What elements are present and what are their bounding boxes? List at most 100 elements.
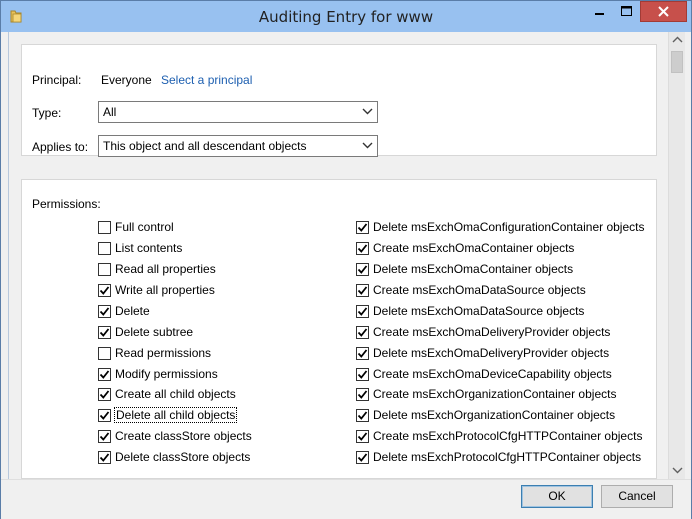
checkbox-box[interactable] xyxy=(356,283,369,297)
checkbox-box[interactable] xyxy=(356,387,369,401)
checkbox-box[interactable] xyxy=(98,429,111,443)
permission-label: Create classStore objects xyxy=(115,429,252,443)
checkbox-box[interactable] xyxy=(356,304,369,318)
permission-checkbox[interactable]: Delete msExchOmaContainer objects xyxy=(356,261,573,277)
permission-checkbox[interactable]: List contents xyxy=(98,240,182,256)
checkbox-box[interactable] xyxy=(98,304,111,318)
permission-checkbox[interactable]: Create all child objects xyxy=(98,386,236,402)
permission-checkbox[interactable]: Create msExchOmaDeliveryProvider objects xyxy=(356,324,610,340)
checkmark-icon xyxy=(357,222,368,232)
checkbox-box[interactable] xyxy=(356,450,369,464)
permission-checkbox[interactable]: Modify permissions xyxy=(98,366,218,382)
maximize-button[interactable] xyxy=(613,1,640,22)
checkmark-icon xyxy=(99,452,110,462)
permission-label: Delete msExchOrganizationContainer objec… xyxy=(373,408,616,422)
checkmark-icon xyxy=(357,431,368,441)
checkbox-box[interactable] xyxy=(98,241,111,255)
checkbox-box[interactable] xyxy=(98,325,111,339)
permission-label: Create all child objects xyxy=(115,387,236,401)
checkbox-box[interactable] xyxy=(356,241,369,255)
checkbox-box[interactable] xyxy=(98,283,111,297)
checkbox-box[interactable] xyxy=(356,429,369,443)
checkbox-box[interactable] xyxy=(98,262,111,276)
title-bar[interactable]: Auditing Entry for www xyxy=(1,1,691,32)
permission-label: Delete all child objects xyxy=(113,407,238,423)
permissions-label: Permissions: xyxy=(32,197,101,211)
checkmark-icon xyxy=(357,264,368,274)
permission-label: Create msExchOmaDeviceCapability objects xyxy=(373,367,612,381)
checkbox-box[interactable] xyxy=(98,346,111,360)
checkmark-icon xyxy=(357,285,368,295)
checkmark-icon xyxy=(357,452,368,462)
cancel-button[interactable]: Cancel xyxy=(601,485,673,508)
checkbox-box[interactable] xyxy=(356,346,369,360)
checkmark-icon xyxy=(99,410,110,420)
principal-label: Principal: xyxy=(32,73,82,87)
chevron-down-icon xyxy=(362,106,373,117)
close-button[interactable] xyxy=(640,1,687,22)
permissions-group: Permissions: Full control List contents … xyxy=(21,179,657,479)
checkmark-icon xyxy=(357,369,368,379)
permission-checkbox[interactable]: Create msExchOmaContainer objects xyxy=(356,240,574,256)
checkbox-box[interactable] xyxy=(356,367,369,381)
principal-value: Everyone xyxy=(101,73,152,87)
minimize-icon xyxy=(595,13,604,15)
checkbox-box[interactable] xyxy=(356,408,369,422)
checkbox-box[interactable] xyxy=(356,262,369,276)
checkmark-icon xyxy=(357,327,368,337)
checkbox-box[interactable] xyxy=(356,325,369,339)
permission-checkbox[interactable]: Delete all child objects xyxy=(98,407,238,423)
permission-checkbox[interactable]: Create msExchOrganizationContainer objec… xyxy=(356,386,616,402)
applies-to-select[interactable]: This object and all descendant objects xyxy=(98,135,378,157)
checkbox-box[interactable] xyxy=(98,408,111,422)
scroll-thumb[interactable] xyxy=(671,51,683,73)
permission-label: List contents xyxy=(115,241,183,255)
principal-group: Principal: Everyone Select a principal T… xyxy=(21,44,657,157)
permission-checkbox[interactable]: Full control xyxy=(98,219,174,235)
type-select-value: All xyxy=(103,105,117,119)
chevron-down-icon xyxy=(672,467,683,474)
close-icon xyxy=(658,6,669,17)
permission-checkbox[interactable]: Write all properties xyxy=(98,282,215,298)
type-label: Type: xyxy=(32,106,62,120)
checkbox-box[interactable] xyxy=(98,450,111,464)
auditing-entry-window: Auditing Entry for www Principal: Everyo… xyxy=(0,0,692,519)
select-principal-link[interactable]: Select a principal xyxy=(161,73,252,87)
permission-checkbox[interactable]: Create msExchOmaDataSource objects xyxy=(356,282,586,298)
permission-label: Delete subtree xyxy=(115,325,194,339)
permission-checkbox[interactable]: Delete msExchProtocolCfgHTTPContainer ob… xyxy=(356,449,641,465)
applies-to-select-value: This object and all descendant objects xyxy=(103,139,307,153)
chevron-down-icon xyxy=(362,140,373,151)
permission-label: Modify permissions xyxy=(115,367,218,381)
checkmark-icon xyxy=(99,327,110,337)
dialog-footer: OK Cancel xyxy=(1,479,691,519)
checkbox-box[interactable] xyxy=(98,387,111,401)
permission-checkbox[interactable]: Read all properties xyxy=(98,261,216,277)
checkbox-box[interactable] xyxy=(98,220,111,234)
minimize-button[interactable] xyxy=(586,1,613,22)
applies-to-label: Applies to: xyxy=(32,140,89,154)
checkmark-icon xyxy=(357,389,368,399)
permission-checkbox[interactable]: Create msExchProtocolCfgHTTPContainer ob… xyxy=(356,428,642,444)
ok-button[interactable]: OK xyxy=(521,485,593,508)
permission-checkbox[interactable]: Delete xyxy=(98,303,150,319)
checkbox-box[interactable] xyxy=(356,220,369,234)
dialog-content: Principal: Everyone Select a principal T… xyxy=(8,32,684,479)
scroll-up-button[interactable] xyxy=(669,32,686,49)
permission-checkbox[interactable]: Delete msExchOrganizationContainer objec… xyxy=(356,407,615,423)
permission-checkbox[interactable]: Delete msExchOmaConfigurationContainer o… xyxy=(356,219,644,235)
permission-checkbox[interactable]: Read permissions xyxy=(98,345,211,361)
permission-checkbox[interactable]: Create classStore objects xyxy=(98,428,252,444)
permission-checkbox[interactable]: Delete msExchOmaDataSource objects xyxy=(356,303,584,319)
permission-checkbox[interactable]: Create msExchOmaDeviceCapability objects xyxy=(356,366,612,382)
checkbox-box[interactable] xyxy=(98,367,111,381)
checkmark-icon xyxy=(357,348,368,358)
permission-label: Delete classStore objects xyxy=(115,450,251,464)
vertical-scrollbar[interactable] xyxy=(668,32,685,479)
permission-checkbox[interactable]: Delete classStore objects xyxy=(98,449,250,465)
permission-checkbox[interactable]: Delete subtree xyxy=(98,324,193,340)
checkmark-icon xyxy=(357,306,368,316)
type-select[interactable]: All xyxy=(98,101,378,123)
permission-checkbox[interactable]: Delete msExchOmaDeliveryProvider objects xyxy=(356,345,609,361)
scroll-down-button[interactable] xyxy=(669,462,686,479)
